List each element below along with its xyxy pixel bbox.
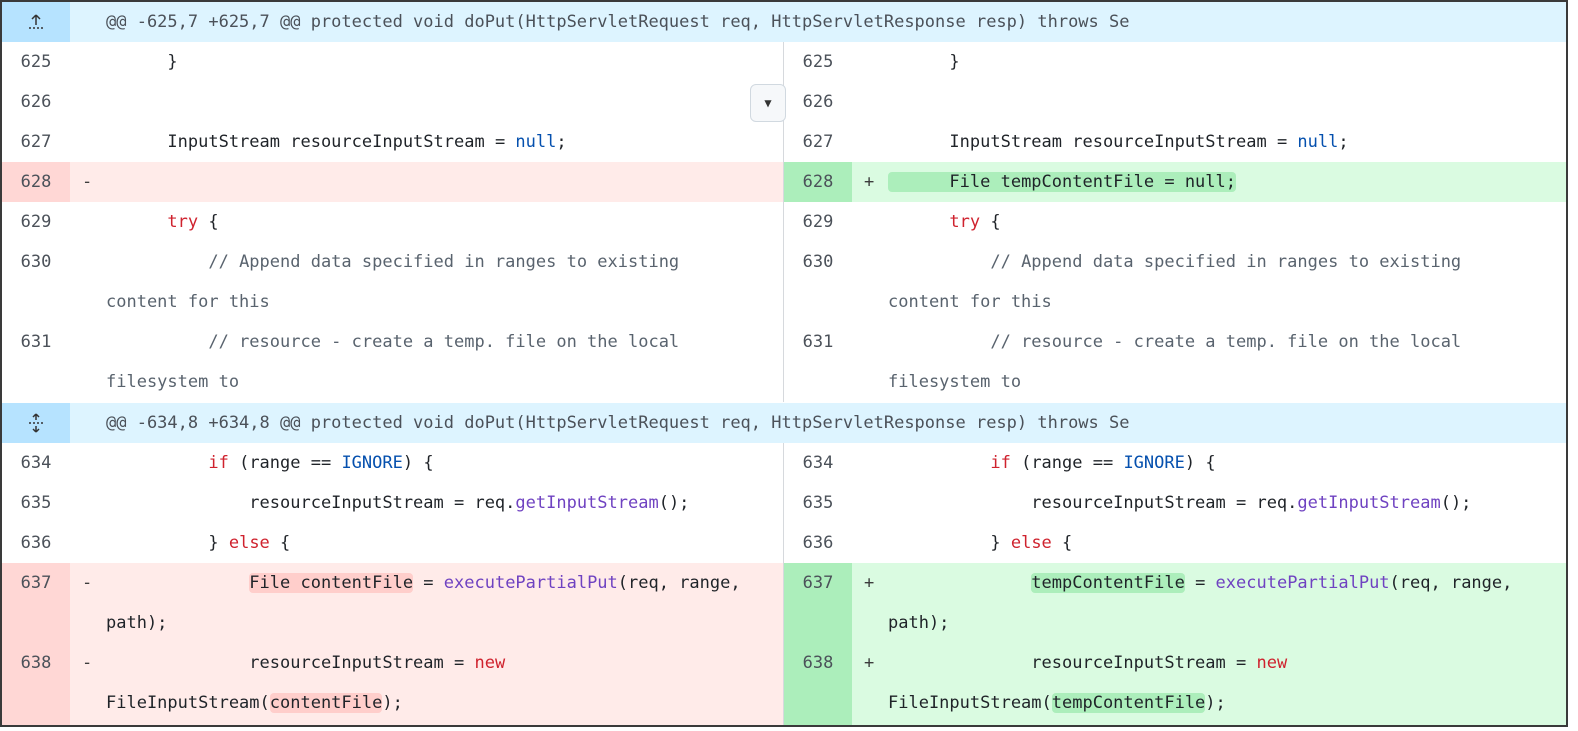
- line-number[interactable]: 626: [2, 82, 70, 122]
- expand-both-button[interactable]: [2, 403, 70, 443]
- diff-row: 635 resourceInputStream = req.getInputSt…: [2, 483, 1566, 523]
- deleted-line: 638 - resourceInputStream = new FileInpu…: [2, 643, 783, 725]
- line-number[interactable]: 628: [784, 162, 852, 202]
- added-line: 637 + tempContentFile = executePartialPu…: [783, 563, 1566, 643]
- code-line: tempContentFile = executePartialPut(req,…: [888, 563, 1566, 643]
- hunk-header-2: @@ -634,8 +634,8 @@ protected void doPut…: [2, 403, 1566, 443]
- hunk-header-text: @@ -625,7 +625,7 @@ protected void doPut…: [106, 12, 1130, 32]
- line-number[interactable]: 637: [2, 563, 70, 643]
- code-line: resourceInputStream = new FileInputStrea…: [888, 643, 1566, 725]
- line-number[interactable]: 635: [784, 483, 852, 523]
- code-line: } else {: [990, 533, 1073, 553]
- code-line: }: [949, 52, 960, 72]
- code-line: // Append data specified in ranges to ex…: [106, 252, 680, 312]
- line-number[interactable]: 630: [2, 242, 70, 322]
- line-number[interactable]: 627: [784, 122, 852, 162]
- diff-sign: +: [852, 563, 888, 643]
- code-line: try {: [167, 212, 219, 232]
- code-line: // Append data specified in ranges to ex…: [888, 252, 1462, 312]
- deleted-line: 637 - File contentFile = executePartialP…: [2, 563, 783, 643]
- diff-sign: +: [852, 162, 888, 202]
- line-number[interactable]: 634: [2, 443, 70, 483]
- code-line: } else {: [208, 533, 291, 553]
- code-line: InputStream resourceInputStream = null;: [167, 132, 567, 152]
- diff-row: 628 - 628 + File tempContentFile = null;: [2, 162, 1566, 202]
- line-number[interactable]: 625: [2, 42, 70, 82]
- diff-view: @@ -625,7 +625,7 @@ protected void doPut…: [0, 0, 1568, 727]
- added-line: 628 + File tempContentFile = null;: [783, 162, 1566, 202]
- code-line: resourceInputStream = req.getInputStream…: [1031, 493, 1472, 513]
- code-line: InputStream resourceInputStream = null;: [949, 132, 1349, 152]
- line-number[interactable]: 627: [2, 122, 70, 162]
- diff-row: 629 try { 629 try {: [2, 202, 1566, 242]
- diff-row: 627 InputStream resourceInputStream = nu…: [2, 122, 1566, 162]
- expand-menu-button[interactable]: ▼: [750, 84, 786, 122]
- code-line: resourceInputStream = req.getInputStream…: [249, 493, 690, 513]
- unfold-icon: [29, 413, 43, 433]
- code-line: if (range == IGNORE) {: [208, 453, 434, 473]
- diff-row: 638 - resourceInputStream = new FileInpu…: [2, 643, 1566, 725]
- line-number[interactable]: 630: [784, 242, 852, 322]
- chevron-down-icon: ▼: [764, 96, 772, 110]
- added-line: 638 + resourceInputStream = new FileInpu…: [783, 643, 1566, 725]
- code-line: if (range == IGNORE) {: [990, 453, 1216, 473]
- expand-up-button[interactable]: [2, 2, 70, 42]
- diff-sign: -: [70, 643, 106, 725]
- code-line: try {: [949, 212, 1001, 232]
- line-number[interactable]: 629: [2, 202, 70, 242]
- diff-row: 634 if (range == IGNORE) { 634 if (range…: [2, 443, 1566, 483]
- diff-row: 636 } else { 636 } else {: [2, 523, 1566, 563]
- code-line: File contentFile = executePartialPut(req…: [106, 563, 783, 643]
- line-number[interactable]: 629: [784, 202, 852, 242]
- diff-row: 625 } 625 }: [2, 42, 1566, 82]
- hunk-header-text: @@ -634,8 +634,8 @@ protected void doPut…: [106, 413, 1130, 433]
- line-number[interactable]: 637: [784, 563, 852, 643]
- diff-row: 631 // resource - create a temp. file on…: [2, 322, 1566, 402]
- diff-sign: -: [70, 162, 106, 202]
- line-number[interactable]: 631: [784, 322, 852, 402]
- deleted-line: 628 -: [2, 162, 783, 202]
- code-line: File tempContentFile = null;: [888, 162, 1566, 202]
- line-number[interactable]: 625: [784, 42, 852, 82]
- diff-sign: +: [852, 643, 888, 725]
- code-line: }: [167, 52, 178, 72]
- line-number[interactable]: 636: [784, 523, 852, 563]
- hunk-header-1: @@ -625,7 +625,7 @@ protected void doPut…: [2, 2, 1566, 42]
- line-number[interactable]: 636: [2, 523, 70, 563]
- line-number[interactable]: 628: [2, 162, 70, 202]
- line-number[interactable]: 634: [784, 443, 852, 483]
- code-line: // resource - create a temp. file on the…: [888, 332, 1462, 392]
- diff-row: 637 - File contentFile = executePartialP…: [2, 563, 1566, 643]
- line-number[interactable]: 631: [2, 322, 70, 402]
- diff-sign: -: [70, 563, 106, 643]
- code-line: // resource - create a temp. file on the…: [106, 332, 680, 392]
- line-number[interactable]: 638: [784, 643, 852, 725]
- code-line: resourceInputStream = new FileInputStrea…: [106, 643, 783, 725]
- code-line: [106, 162, 783, 202]
- line-number[interactable]: 635: [2, 483, 70, 523]
- fold-up-icon: [29, 14, 43, 29]
- line-number[interactable]: 638: [2, 643, 70, 725]
- diff-row: 630 // Append data specified in ranges t…: [2, 242, 1566, 322]
- line-number[interactable]: 626: [784, 82, 852, 122]
